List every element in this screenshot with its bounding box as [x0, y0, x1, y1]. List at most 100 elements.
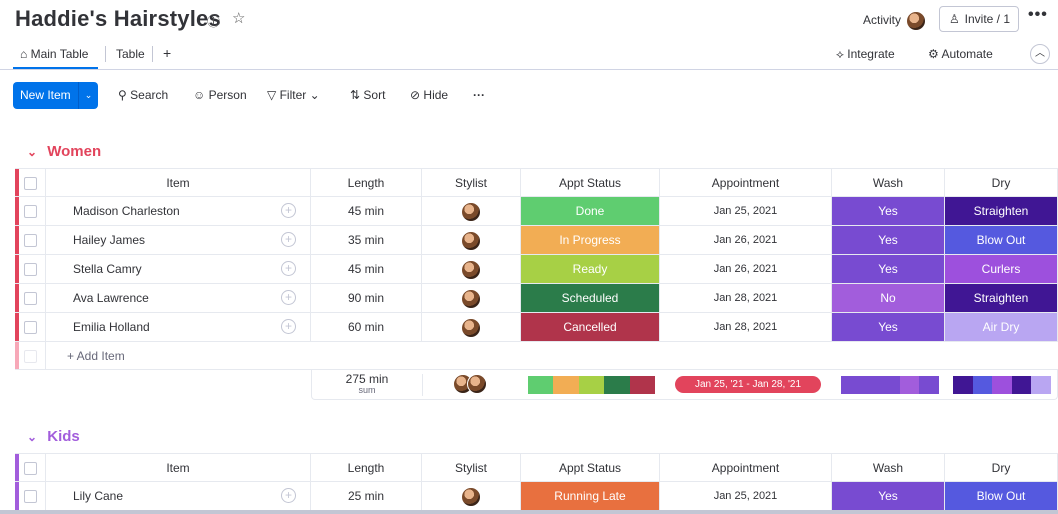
item-cell[interactable]: Stella Camry: [46, 255, 311, 284]
integrate-button[interactable]: ⟡ Integrate: [836, 47, 895, 62]
wash-label[interactable]: Yes: [832, 255, 945, 284]
item-header[interactable]: Item: [46, 169, 311, 197]
hide-label: Hide: [423, 88, 449, 102]
wash-label[interactable]: No: [832, 284, 945, 313]
stylist-cell[interactable]: [422, 313, 521, 342]
chevron-up-icon[interactable]: ︿: [1030, 44, 1050, 64]
tab-main-table[interactable]: ⌂ Main Table: [20, 47, 88, 61]
row-checkbox[interactable]: [24, 205, 37, 218]
appointment-cell[interactable]: Jan 28, 2021: [660, 313, 832, 342]
more-icon[interactable]: •••: [1028, 6, 1048, 24]
appointment-cell[interactable]: Jan 28, 2021: [660, 284, 832, 313]
status-label[interactable]: Cancelled: [521, 313, 660, 342]
dry-label[interactable]: Air Dry: [945, 313, 1058, 342]
board-title[interactable]: Haddie's Hairstyles: [15, 6, 221, 32]
dry-label[interactable]: Blow Out: [945, 226, 1058, 255]
select-all-checkbox[interactable]: [24, 177, 37, 190]
info-icon[interactable]: ⓘ: [207, 11, 220, 30]
invite-button[interactable]: ♙ Invite / 1: [939, 6, 1019, 32]
more-icon[interactable]: ···: [473, 88, 485, 102]
appointment-header[interactable]: Appointment: [660, 454, 832, 482]
stylist-cell[interactable]: [422, 482, 521, 511]
new-item-button[interactable]: New Item ⌄: [13, 82, 98, 109]
row-checkbox[interactable]: [24, 321, 37, 334]
hide-button[interactable]: ⊘ Hide: [410, 88, 448, 102]
length-header[interactable]: Length: [311, 169, 422, 197]
dry-label[interactable]: Curlers: [945, 255, 1058, 284]
appt-status-header[interactable]: Appt Status: [521, 169, 660, 197]
dry-label[interactable]: Straighten: [945, 284, 1058, 313]
chevron-down-icon[interactable]: ⌄: [78, 82, 98, 109]
filter-button[interactable]: ▽ Filter ⌄: [267, 88, 320, 102]
date-range-pill[interactable]: Jan 25, '21 - Jan 28, '21: [675, 376, 821, 393]
length-cell[interactable]: 45 min: [311, 197, 422, 226]
appointment-header[interactable]: Appointment: [660, 169, 832, 197]
dry-header[interactable]: Dry: [945, 169, 1058, 197]
filter-icon: ▽: [267, 88, 277, 102]
item-cell[interactable]: Emilia Holland: [46, 313, 311, 342]
status-label[interactable]: In Progress: [521, 226, 660, 255]
dry-header[interactable]: Dry: [945, 454, 1058, 482]
length-cell[interactable]: 35 min: [311, 226, 422, 255]
add-update-icon[interactable]: +: [281, 290, 296, 305]
item-header[interactable]: Item: [46, 454, 311, 482]
search-button[interactable]: ⚲ Search: [118, 88, 168, 102]
stylist-cell[interactable]: [422, 226, 521, 255]
star-icon[interactable]: ☆: [232, 9, 245, 27]
add-update-icon[interactable]: +: [281, 232, 296, 247]
wash-label[interactable]: Yes: [832, 482, 945, 511]
status-label[interactable]: Running Late: [521, 482, 660, 511]
item-cell[interactable]: Hailey James: [46, 226, 311, 255]
stylist-header[interactable]: Stylist: [422, 454, 521, 482]
add-update-icon[interactable]: +: [281, 261, 296, 276]
stylist-cell[interactable]: [422, 284, 521, 313]
add-item-row[interactable]: + Add Item: [15, 342, 1058, 370]
person-button[interactable]: ☺ Person: [193, 88, 247, 102]
add-update-icon[interactable]: +: [281, 488, 296, 503]
appointment-cell[interactable]: Jan 25, 2021: [660, 482, 832, 511]
group-toggle[interactable]: ⌄ Kids: [27, 428, 80, 445]
item-cell[interactable]: Lily Cane: [46, 482, 311, 511]
wash-header[interactable]: Wash: [832, 454, 945, 482]
status-label[interactable]: Ready: [521, 255, 660, 284]
item-cell[interactable]: Ava Lawrence: [46, 284, 311, 313]
stylist-cell[interactable]: [422, 197, 521, 226]
row-checkbox[interactable]: [24, 292, 37, 305]
sort-button[interactable]: ⇅ Sort: [350, 88, 385, 102]
wash-label[interactable]: Yes: [832, 226, 945, 255]
add-item-input[interactable]: + Add Item: [46, 342, 1058, 370]
add-view-button[interactable]: +: [163, 45, 171, 61]
row-checkbox[interactable]: [24, 490, 37, 503]
appointment-cell[interactable]: Jan 26, 2021: [660, 226, 832, 255]
wash-label[interactable]: Yes: [832, 197, 945, 226]
length-cell[interactable]: 60 min: [311, 313, 422, 342]
automate-button[interactable]: ⚙ Automate: [928, 47, 993, 61]
select-all-checkbox[interactable]: [24, 462, 37, 475]
appt-status-header[interactable]: Appt Status: [521, 454, 660, 482]
status-label[interactable]: Scheduled: [521, 284, 660, 313]
tab-table[interactable]: Table: [116, 47, 145, 61]
activity-button[interactable]: Activity: [863, 11, 927, 31]
row-checkbox[interactable]: [24, 263, 37, 276]
stylist-header[interactable]: Stylist: [422, 169, 521, 197]
length-cell[interactable]: 45 min: [311, 255, 422, 284]
summary-row: 275 min sum Jan 25, '21 - Jan 28, '21: [311, 370, 1058, 400]
table-header-row: Item Length Stylist Appt Status Appointment W…: [15, 168, 1058, 197]
group-toggle[interactable]: ⌄ Women: [27, 143, 101, 160]
appointment-cell[interactable]: Jan 25, 2021: [660, 197, 832, 226]
row-checkbox[interactable]: [24, 234, 37, 247]
item-cell[interactable]: Madison Charleston: [46, 197, 311, 226]
length-cell[interactable]: 90 min: [311, 284, 422, 313]
scrollbar[interactable]: [0, 510, 1058, 514]
dry-label[interactable]: Blow Out: [945, 482, 1058, 511]
stylist-cell[interactable]: [422, 255, 521, 284]
add-update-icon[interactable]: +: [281, 203, 296, 218]
length-header[interactable]: Length: [311, 454, 422, 482]
dry-label[interactable]: Straighten: [945, 197, 1058, 226]
appointment-cell[interactable]: Jan 26, 2021: [660, 255, 832, 284]
add-update-icon[interactable]: +: [281, 319, 296, 334]
wash-label[interactable]: Yes: [832, 313, 945, 342]
status-label[interactable]: Done: [521, 197, 660, 226]
wash-header[interactable]: Wash: [832, 169, 945, 197]
length-cell[interactable]: 25 min: [311, 482, 422, 511]
